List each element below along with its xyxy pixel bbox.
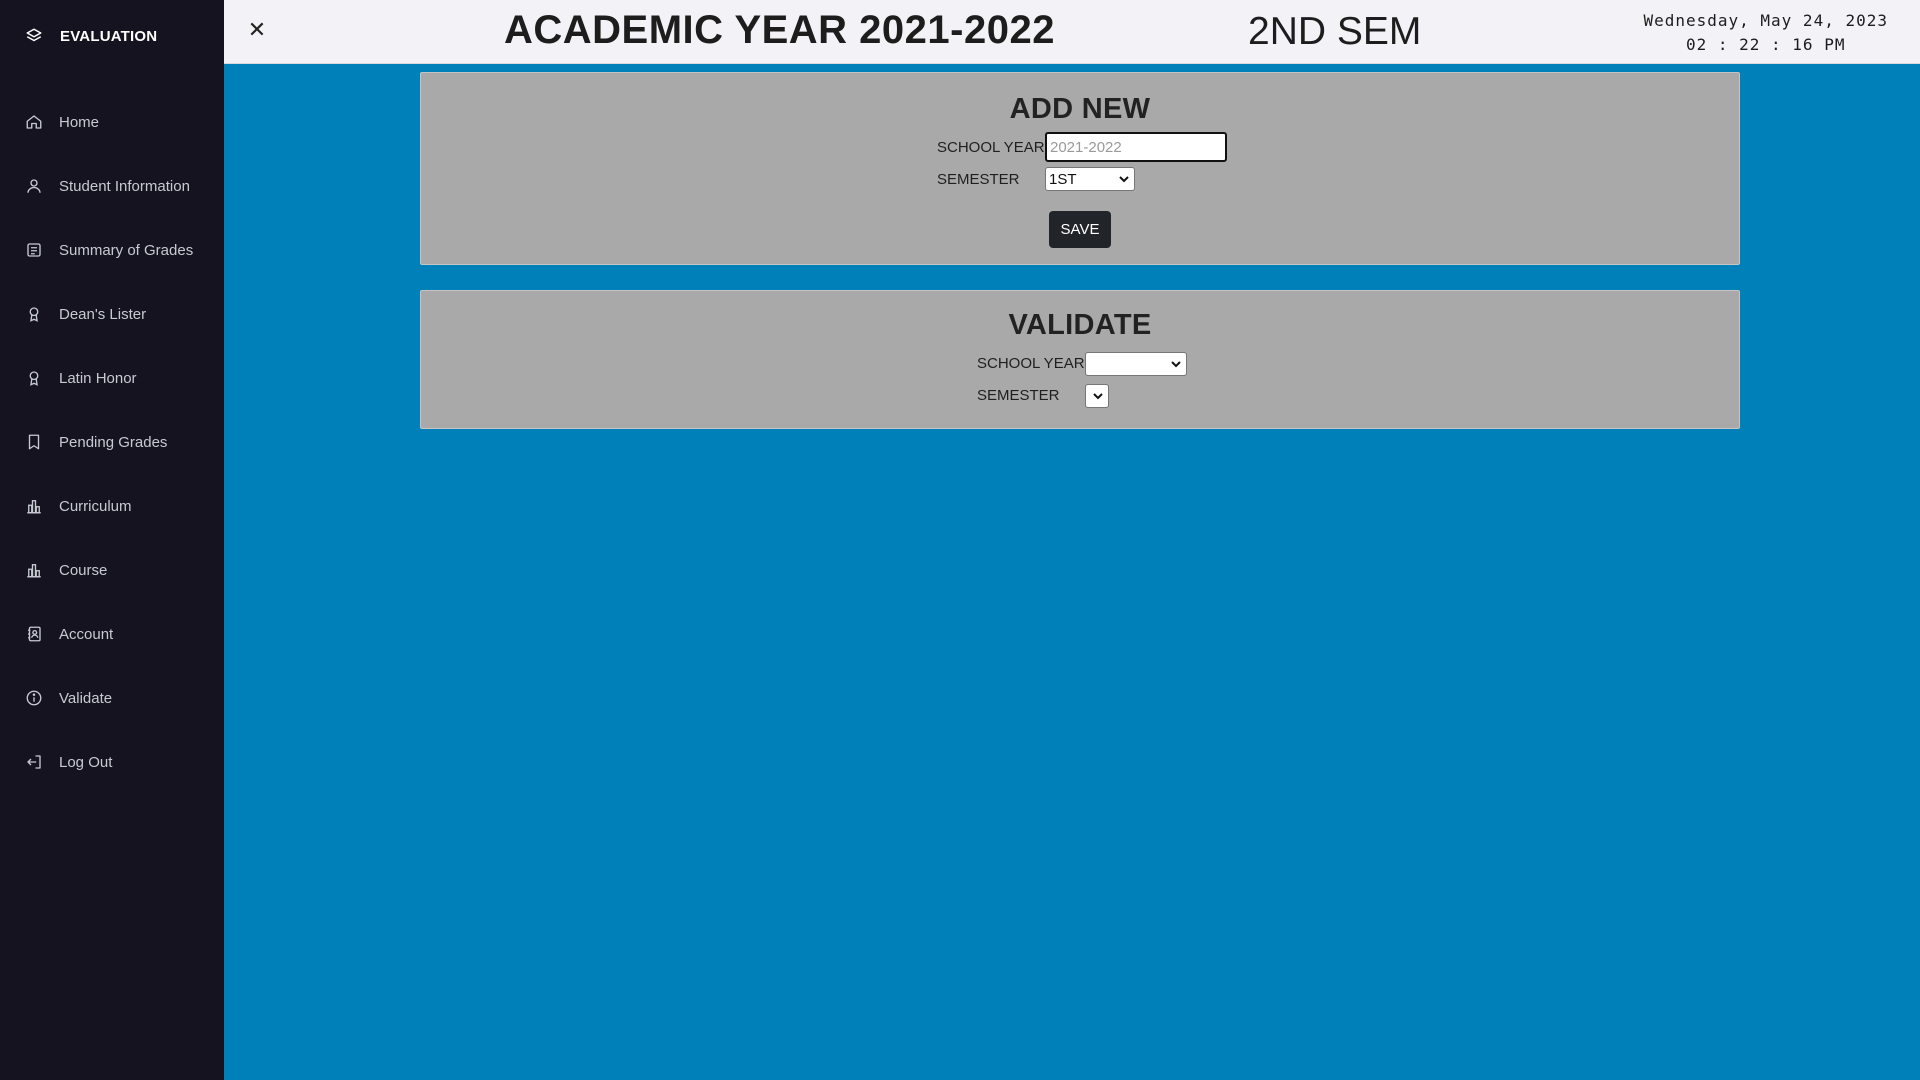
sidebar-item-log-out[interactable]: Log Out [0,730,224,794]
brand[interactable]: EVALUATION [24,24,157,48]
sidebar-item-label: Latin Honor [59,369,137,387]
sidebar-item-validate[interactable]: Validate [0,666,224,730]
sidebar-item-label: Validate [59,689,113,707]
save-button[interactable]: SAVE [1049,211,1111,248]
document-icon [24,240,44,260]
sidebar-item-label: Log Out [59,753,113,771]
layers-icon [24,26,44,46]
user-icon [24,176,44,196]
bar-chart-icon [24,560,44,580]
sidebar-item-label: Dean's Lister [59,305,147,323]
sidebar-item-label: Curriculum [59,497,132,515]
close-icon: ✕ [247,18,267,43]
sidebar-item-home[interactable]: Home [0,90,224,154]
add-new-panel: ADD NEW SCHOOL YEAR SEMESTER 1ST SAVE [420,72,1740,265]
brand-label: EVALUATION [60,27,158,45]
semester-label: SEMESTER [937,171,1020,188]
sidebar-item-label: Summary of Grades [59,241,194,259]
semester-select[interactable]: 1ST [1045,167,1135,191]
sidebar-item-summary-of-grades[interactable]: Summary of Grades [0,218,224,282]
sidebar-item-label: Pending Grades [59,433,168,451]
sidebar: EVALUATION Home Student Information Summ… [0,0,224,1080]
academic-year-title: ACADEMIC YEAR 2021-2022 [504,8,1055,52]
sidebar-item-label: Home [59,113,100,131]
bar-chart-icon [24,496,44,516]
top-header: ✕ ACADEMIC YEAR 2021-2022 2ND SEM Wednes… [224,0,1920,64]
logout-icon [24,752,44,772]
sidebar-nav: Home Student Information Summary of Grad… [0,90,224,794]
validate-semester-label: SEMESTER [977,387,1060,404]
home-icon [24,112,44,132]
validate-title: VALIDATE [1008,309,1152,341]
school-year-label: SCHOOL YEAR [937,139,1045,156]
sidebar-item-deans-lister[interactable]: Dean's Lister [0,282,224,346]
sidebar-item-curriculum[interactable]: Curriculum [0,474,224,538]
current-date: Wednesday, May 24, 2023 [1643,11,1888,30]
sidebar-item-pending-grades[interactable]: Pending Grades [0,410,224,474]
chevron-down-icon [1119,176,1129,183]
info-icon [24,688,44,708]
current-time: 02 : 22 : 16 PM [1685,35,1846,54]
sidebar-item-latin-honor[interactable]: Latin Honor [0,346,224,410]
validate-school-year-label: SCHOOL YEAR [977,355,1085,372]
validate-school-year-select[interactable] [1085,352,1187,376]
semester-title: 2ND SEM [1248,10,1422,53]
sidebar-item-account[interactable]: Account [0,602,224,666]
award-icon [24,304,44,324]
award-icon [24,368,44,388]
close-sidebar-button[interactable]: ✕ [244,18,270,44]
bookmark-icon [24,432,44,452]
semester-selected-value: 1ST [1049,170,1077,188]
sidebar-item-label: Student Information [59,177,190,195]
validate-semester-select[interactable] [1085,384,1109,408]
sidebar-item-label: Course [59,561,108,579]
contact-book-icon [24,624,44,644]
sidebar-item-label: Account [59,625,114,643]
school-year-input[interactable] [1045,132,1227,162]
chevron-down-icon [1171,361,1181,368]
validate-panel: VALIDATE SCHOOL YEAR SEMESTER [420,290,1740,429]
add-new-title: ADD NEW [1009,93,1151,125]
sidebar-item-course[interactable]: Course [0,538,224,602]
chevron-down-icon [1093,393,1103,400]
datetime-display: Wednesday, May 24, 2023 02 : 22 : 16 PM [1643,9,1888,57]
sidebar-item-student-information[interactable]: Student Information [0,154,224,218]
